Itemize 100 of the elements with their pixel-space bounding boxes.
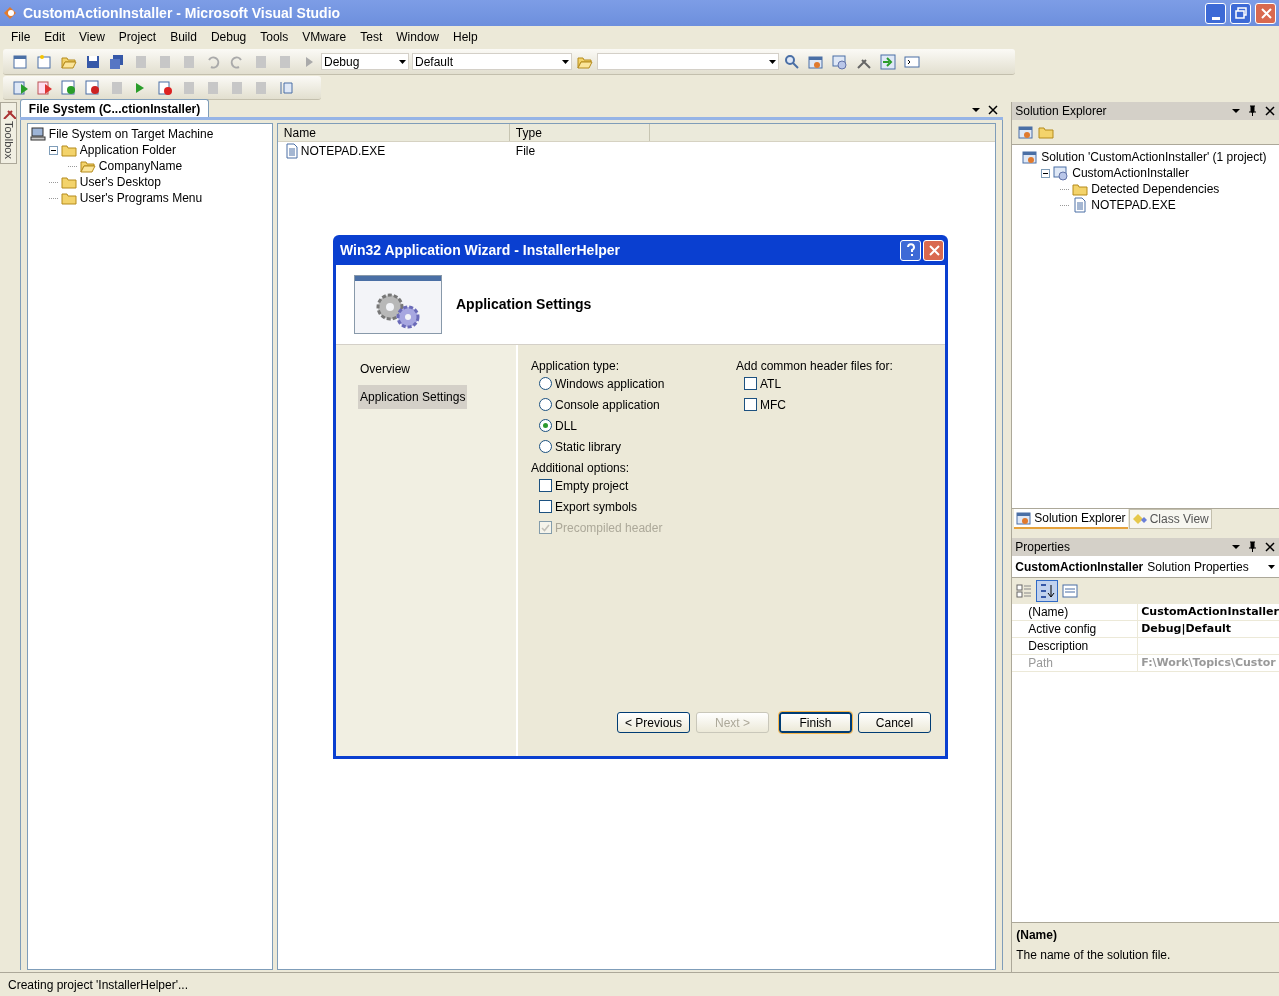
radio-button[interactable] [539,377,552,390]
option-label: Empty project [555,477,629,495]
file-name[interactable]: NOTEPAD.EXE [300,142,386,160]
option-label: ATL [760,375,782,393]
configuration-dropdown[interactable]: Debug [321,53,409,70]
menu-item[interactable]: Build [163,26,204,48]
close-icon[interactable] [1264,105,1276,117]
minimize-icon [1211,16,1220,20]
radio-button[interactable] [539,440,552,453]
panel-tab[interactable]: Class View [1128,509,1212,529]
wizard-nav-item[interactable]: Application Settings [358,385,468,409]
wizard-button[interactable]: Cancel [858,712,931,733]
open-folder-icon [79,158,96,174]
save-icon[interactable] [84,53,101,70]
run-icon[interactable] [36,79,53,96]
minimize-button[interactable] [1205,2,1226,24]
group-label: Application type: [531,358,621,373]
pin-icon[interactable] [1247,541,1258,553]
close-button[interactable] [923,239,944,261]
checkmark-icon [541,523,550,532]
column-header[interactable]: Name [277,124,510,141]
property-name: Description [1012,638,1139,654]
group-label: Add common header files for: [736,358,893,373]
properties-window-icon[interactable] [807,53,824,70]
wizard-button[interactable]: < Previous [617,712,690,733]
add-item-icon[interactable] [36,53,53,70]
option-label: Console application [555,396,660,414]
checkbox[interactable] [539,500,552,513]
tree-item[interactable]: CustomActionInstaller [1072,164,1189,182]
alphabetical-button[interactable] [1036,580,1059,602]
solution-icon [1016,510,1033,526]
menu-item[interactable]: Help [446,26,485,48]
close-icon[interactable] [1264,541,1276,553]
panel-tab[interactable]: Solution Explorer [1014,509,1128,529]
project-icon [1053,165,1070,181]
document-icon [283,143,298,159]
file-type: File [514,143,536,160]
object-name: CustomActionInstaller [1015,559,1144,574]
expander-box[interactable] [48,145,58,155]
help-button[interactable] [900,239,921,261]
radio-button[interactable] [539,398,552,411]
dropdown-arrow-icon [1268,564,1275,569]
object-browser-icon[interactable] [831,53,848,70]
dialog-title: Win32 Application Wizard - InstallerHelper [340,240,621,260]
status-bar: Creating project 'InstallerHelper'... [0,972,1279,996]
restore-button[interactable] [1230,2,1251,24]
app-icon [3,5,19,21]
tree-item[interactable]: Application Folder [79,141,176,159]
wizard-button[interactable]: Finish [779,712,852,733]
save-all-icon[interactable] [108,53,125,70]
checkbox[interactable] [744,377,757,390]
arrow-into-box-icon[interactable] [879,53,896,70]
radio-button[interactable] [539,419,552,432]
tree-item[interactable]: User's Programs Menu [79,189,203,207]
property-value[interactable]: CustomActionInstaller [1138,604,1279,620]
property-value[interactable]: Debug|Default [1138,621,1279,637]
menu-item[interactable]: Debug [203,26,254,48]
checkbox[interactable] [744,398,757,411]
tree-item[interactable]: NOTEPAD.EXE [1091,196,1176,214]
object-type: Solution Properties [1147,559,1249,574]
categorized-icon[interactable] [1016,583,1033,599]
wizard-nav-item[interactable]: Overview [358,357,412,381]
description-text: The name of the solution file. [1016,947,1172,964]
search-icon[interactable] [783,53,800,70]
menu-item[interactable]: Edit [37,26,73,48]
panel-title: Properties [1015,539,1070,556]
toolbox-tab[interactable]: Toolbox [0,102,18,164]
menu-item[interactable]: Tools [253,26,296,48]
menu-item[interactable]: VMware [295,26,354,48]
stop-icon[interactable] [156,79,173,96]
tree-item[interactable]: File System on Target Machine [48,125,214,143]
command-window-icon[interactable] [903,53,920,70]
properties-icon[interactable] [1018,124,1035,140]
pin-icon[interactable] [1247,105,1258,117]
menu-item[interactable]: Project [111,26,164,48]
new-project-icon[interactable] [12,53,29,70]
menu-item[interactable]: View [72,26,112,48]
property-name: Active config [1012,621,1139,637]
option-label: Export symbols [555,498,638,516]
close-button[interactable] [1255,2,1276,24]
checkbox[interactable] [539,479,552,492]
window-title: CustomActionInstaller - Microsoft Visual Studio [23,3,342,23]
property-name: (Name) [1012,604,1139,620]
folder-icon [60,190,77,206]
close-icon[interactable] [987,104,1000,116]
combo-value: Debug [324,53,360,71]
menu-item[interactable]: File [4,26,38,48]
tree-item[interactable]: User's Desktop [79,173,161,191]
menu-item[interactable]: Window [389,26,446,48]
dropdown-arrow-icon [562,59,569,64]
menu-item[interactable]: Test [353,26,390,48]
computer-icon [29,126,46,142]
platform-dropdown[interactable]: Default [412,53,572,70]
expander-box[interactable] [1041,168,1051,178]
dialog-heading: Application Settings [456,295,592,314]
tree-item[interactable]: CompanyName [98,157,183,175]
tree-item[interactable]: Solution 'CustomActionInstaller' (1 project) [1041,148,1267,166]
column-header[interactable]: Type [509,124,650,141]
document-tab[interactable]: File System (C...ctionInstaller) [19,99,210,117]
tree-item[interactable]: Detected Dependencies [1091,180,1220,198]
